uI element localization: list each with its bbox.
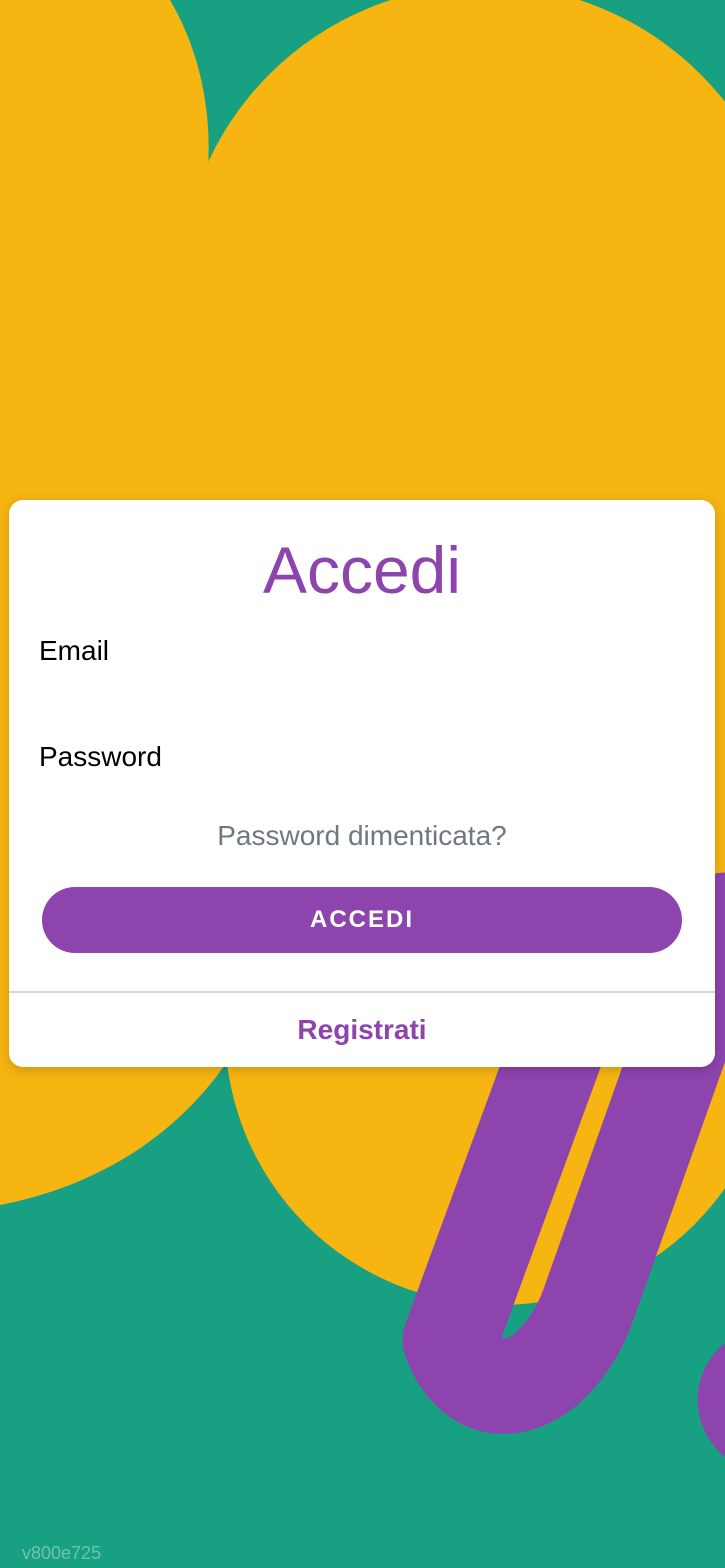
register-link[interactable]: Registrati xyxy=(9,1010,715,1050)
login-card: Accedi Email Password Password dimentica… xyxy=(9,500,715,1067)
login-button[interactable]: ACCEDI xyxy=(42,887,682,953)
email-label: Email xyxy=(39,635,110,666)
password-label: Password xyxy=(39,741,162,772)
forgot-password-link[interactable]: Password dimenticata? xyxy=(9,818,715,854)
page-title: Accedi xyxy=(262,533,462,607)
divider xyxy=(9,991,715,993)
version-label: v800e725 xyxy=(22,1543,102,1563)
email-field[interactable] xyxy=(39,674,685,714)
password-field[interactable] xyxy=(39,780,685,820)
password-field-group: Password xyxy=(39,740,685,820)
email-field-group: Email xyxy=(39,634,685,714)
purple-edge-arc xyxy=(697,1343,725,1457)
